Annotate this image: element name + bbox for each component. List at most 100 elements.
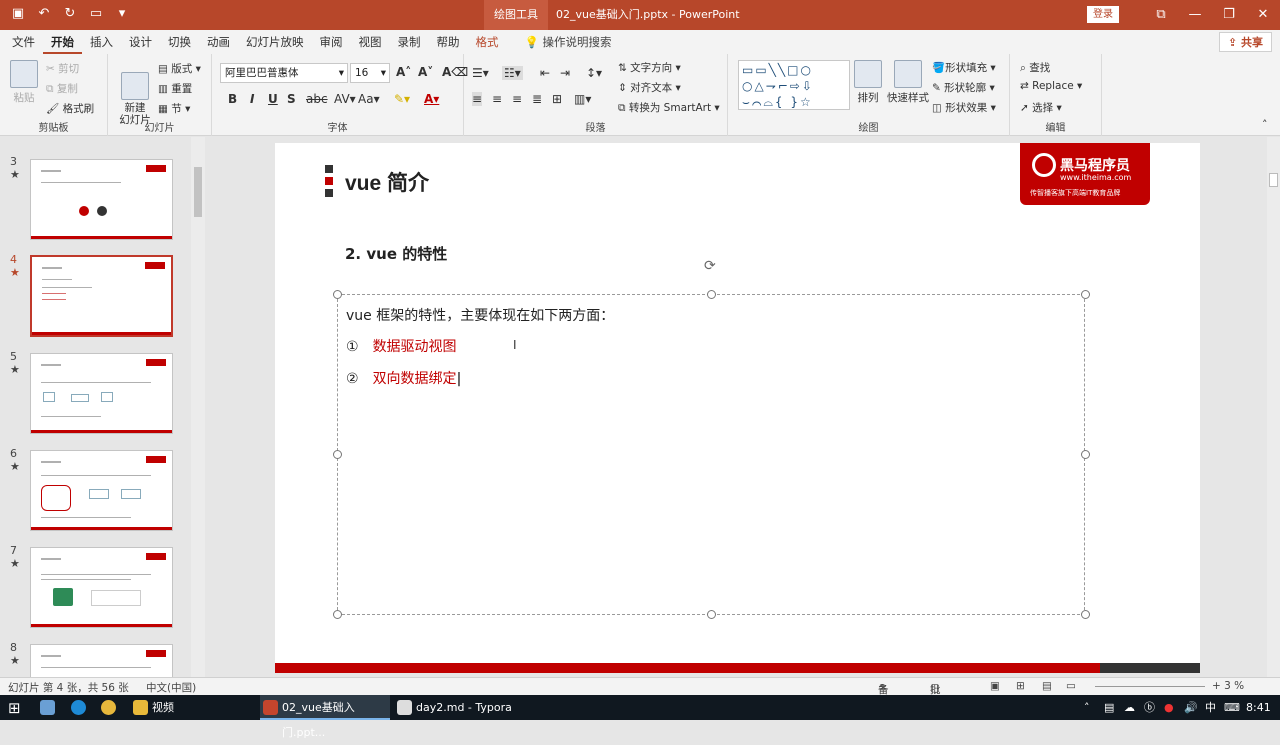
taskbar-item[interactable]: 02_vue基础入门.ppt... [260, 695, 390, 739]
slide-thumbnail[interactable] [30, 450, 173, 531]
slide-subtitle[interactable]: 2. vue 的特性 [345, 243, 447, 264]
resize-handle[interactable] [707, 290, 716, 299]
app-icon[interactable] [40, 700, 55, 715]
tab-review[interactable]: 审阅 [312, 30, 351, 54]
normal-view-icon[interactable]: ▣ [990, 680, 1000, 692]
tray-chevron-icon[interactable]: ˄ [1084, 695, 1090, 720]
shrink-font-icon[interactable]: A˅ [418, 65, 433, 79]
collapse-ribbon-icon[interactable]: ˄ [1262, 118, 1268, 131]
tab-home[interactable]: 开始 [43, 30, 82, 54]
line-spacing-icon[interactable]: ↕▾ [586, 66, 602, 80]
shadow-icon[interactable]: S [287, 92, 296, 106]
strikethrough-icon[interactable]: abc [306, 92, 328, 106]
keyboard-icon[interactable]: ⌨ [1224, 695, 1240, 720]
ime-indicator[interactable]: 中 [1205, 695, 1216, 720]
record-icon[interactable]: ● [1164, 695, 1174, 720]
paste-button[interactable]: 粘贴 [10, 60, 38, 105]
cloud-icon[interactable]: ☁ [1124, 695, 1135, 720]
restore-icon[interactable]: ❐ [1212, 0, 1246, 30]
slide[interactable]: vue 简介 黑马程序员 www.itheima.com 传智播客旗下高端IT教… [275, 143, 1200, 673]
resize-handle[interactable] [1081, 290, 1090, 299]
list-item[interactable]: ① 数据驱动视图 [346, 336, 457, 356]
select-button[interactable]: ➚ 选择 ▾ [1020, 100, 1062, 115]
login-button[interactable]: 登录 [1087, 6, 1119, 23]
close-icon[interactable]: ✕ [1246, 0, 1280, 30]
justify-icon[interactable]: ≣ [532, 92, 542, 106]
shape-outline-button[interactable]: ✎ 形状轮廓 ▾ [932, 80, 995, 95]
undo-icon[interactable]: ↶ [36, 6, 52, 22]
clock[interactable]: 8:41 [1246, 695, 1271, 720]
volume-icon[interactable]: 🔊 [1184, 695, 1198, 720]
reset-button[interactable]: ▥ 重置 [158, 81, 192, 96]
present-icon[interactable]: ▭ [88, 6, 104, 22]
grow-font-icon[interactable]: A˄ [396, 65, 411, 79]
network-icon[interactable]: ▤ [1104, 695, 1114, 720]
customize-icon[interactable]: ▾ [114, 6, 130, 22]
tab-insert[interactable]: 插入 [82, 30, 121, 54]
cut-button[interactable]: ✂ 剪切 [46, 61, 79, 76]
tell-me-search[interactable]: 💡 操作说明搜索 [525, 34, 612, 50]
sorter-view-icon[interactable]: ⊞ [1016, 680, 1025, 692]
copy-button[interactable]: ⧉ 复制 [46, 81, 78, 96]
redo-icon[interactable]: ↻ [62, 6, 78, 22]
editor-scrollbar[interactable] [1267, 137, 1280, 677]
tab-record[interactable]: 录制 [390, 30, 429, 54]
format-painter-button[interactable]: 🖌 格式刷 [46, 101, 94, 116]
find-button[interactable]: ⌕ 查找 [1020, 60, 1050, 75]
zoom-slider[interactable] [1095, 686, 1205, 687]
resize-handle[interactable] [333, 290, 342, 299]
bold-icon[interactable]: B [228, 92, 237, 106]
save-icon[interactable]: ▣ [10, 6, 26, 22]
bullets-icon[interactable]: ☰▾ [472, 66, 489, 80]
layout-button[interactable]: ▤ 版式 ▾ [158, 61, 201, 76]
highlight-icon[interactable]: ✎▾ [394, 92, 410, 106]
section-button[interactable]: ▦ 节 ▾ [158, 101, 190, 116]
columns-icon[interactable]: ▥▾ [574, 92, 591, 106]
replace-button[interactable]: ⇄ Replace ▾ [1020, 80, 1082, 92]
case-icon[interactable]: Aa▾ [358, 92, 380, 106]
new-slide-button[interactable]: 新建 幻灯片 [114, 60, 156, 126]
italic-icon[interactable]: I [250, 92, 254, 106]
zoom-level[interactable]: + 3 % [1212, 680, 1244, 692]
arrange-button[interactable]: 排列 [854, 60, 882, 105]
slideshow-view-icon[interactable]: ▭ [1066, 680, 1076, 692]
tab-format[interactable]: 格式 [468, 30, 507, 54]
shapes-gallery[interactable]: ▭▭╲╲□○ ○△⇁⌐⇨⇩ ⌣⌒⌓{ }☆ [738, 60, 850, 110]
smartart-button[interactable]: ⧉ 转换为 SmartArt ▾ [618, 100, 720, 115]
minimize-icon[interactable]: — [1178, 0, 1212, 30]
app-tray-icon[interactable]: ⓑ [1144, 695, 1155, 720]
scroll-thumb[interactable] [1269, 173, 1278, 187]
slide-thumbnail[interactable] [30, 547, 173, 628]
increase-indent-icon[interactable]: ⇥ [560, 66, 570, 80]
quick-styles-button[interactable]: 快速样式 [886, 60, 930, 105]
content-textbox[interactable]: vue 框架的特性，主要体现在如下两方面： ① 数据驱动视图 ② 双向数据绑定| [333, 290, 1090, 619]
align-right-icon[interactable]: ≡ [512, 92, 522, 106]
taskbar-item[interactable]: 视频 [130, 695, 252, 720]
resize-handle[interactable] [333, 450, 342, 459]
shape-effects-button[interactable]: ◫ 形状效果 ▾ [932, 100, 996, 115]
chrome-icon[interactable] [101, 700, 116, 715]
font-name-select[interactable]: 阿里巴巴普惠体 ▾ [220, 63, 348, 83]
intro-text[interactable]: vue 框架的特性，主要体现在如下两方面： [346, 305, 614, 325]
font-size-select[interactable]: 16 ▾ [350, 63, 390, 83]
tab-design[interactable]: 设计 [121, 30, 160, 54]
thumbnail-scrollbar[interactable] [191, 137, 205, 677]
align-text-button[interactable]: ⇕ 对齐文本 ▾ [618, 80, 681, 95]
language-indicator[interactable]: 中文(中国) [146, 680, 196, 695]
share-button[interactable]: ⇪ 共享 [1218, 32, 1272, 52]
tab-transitions[interactable]: 切换 [160, 30, 199, 54]
resize-handle[interactable] [333, 610, 342, 619]
shape-fill-button[interactable]: 🪣形状填充 ▾ [932, 60, 996, 75]
text-direction-button[interactable]: ⇅ 文字方向 ▾ [618, 60, 681, 75]
align-left-icon[interactable]: ≡ [472, 92, 483, 106]
scroll-thumb[interactable] [194, 167, 202, 217]
resize-handle[interactable] [1081, 450, 1090, 459]
distribute-icon[interactable]: ⊞ [552, 92, 562, 106]
slide-thumbnail[interactable] [30, 255, 173, 337]
decrease-indent-icon[interactable]: ⇤ [540, 66, 550, 80]
tab-file[interactable]: 文件 [4, 30, 43, 54]
tab-animations[interactable]: 动画 [199, 30, 238, 54]
font-color-icon[interactable]: A▾ [424, 92, 439, 106]
spacing-icon[interactable]: AV▾ [334, 92, 356, 106]
tab-help[interactable]: 帮助 [429, 30, 468, 54]
